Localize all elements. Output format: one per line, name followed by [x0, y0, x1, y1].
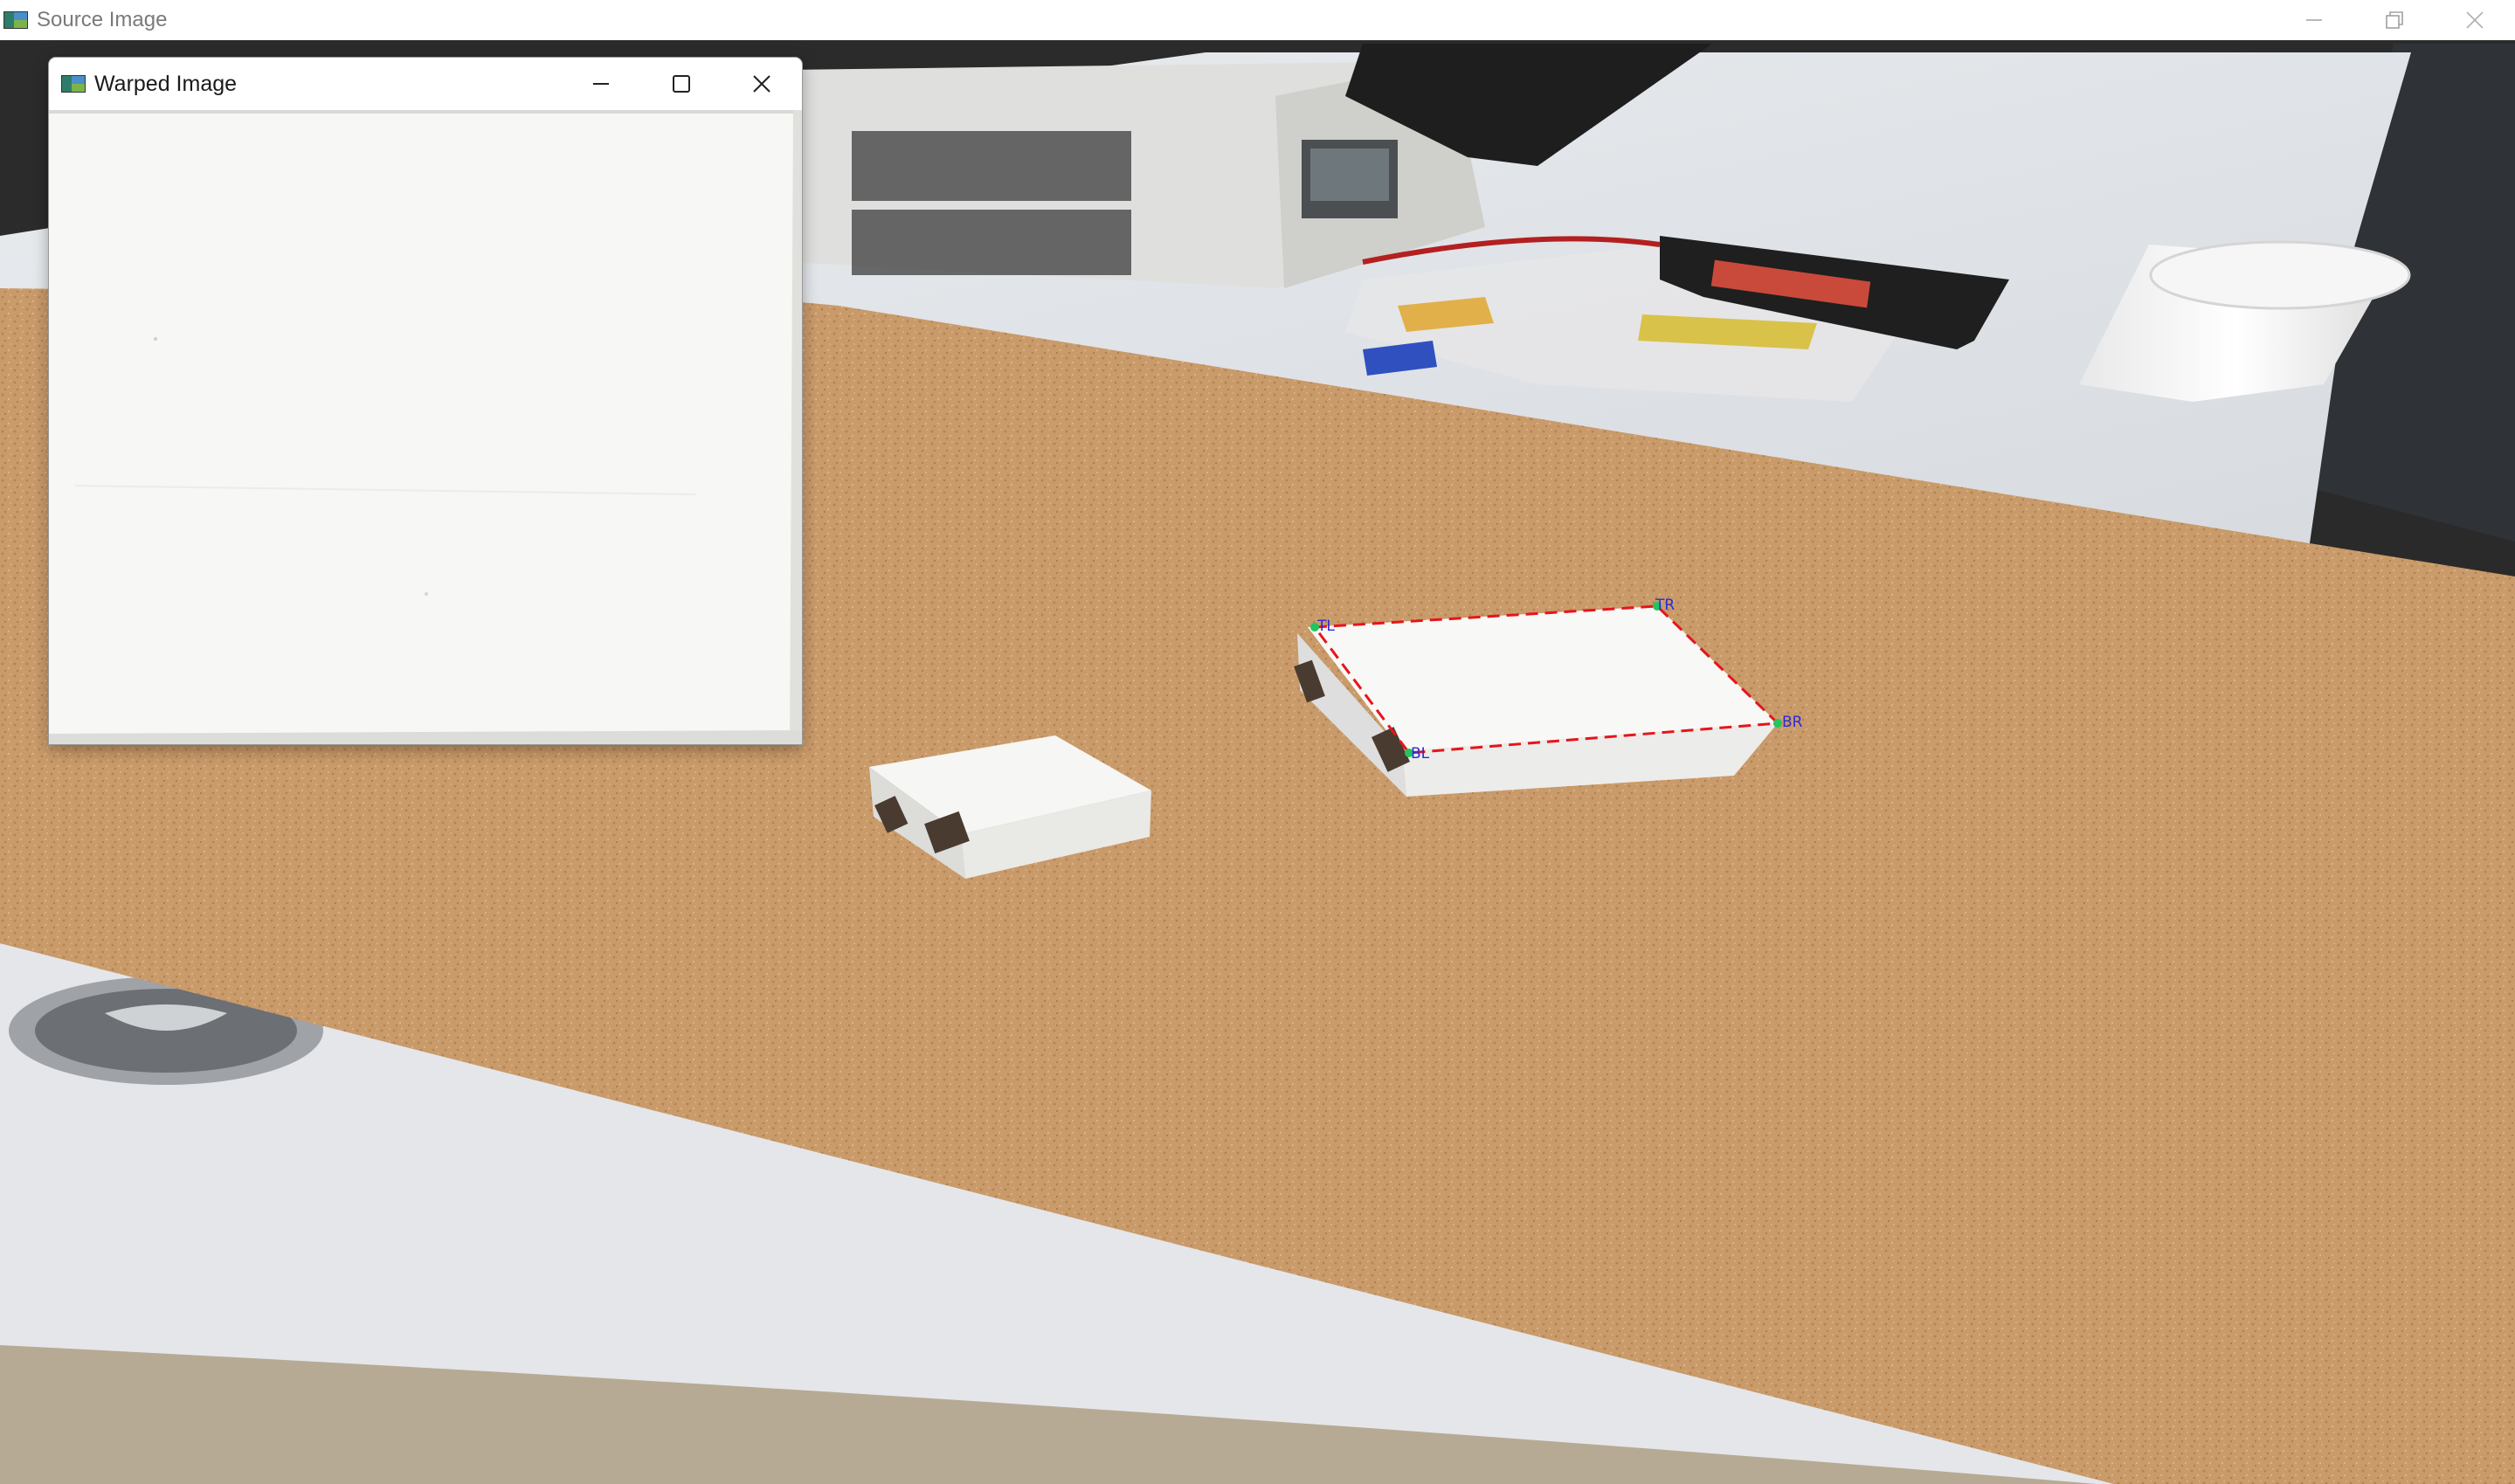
corner-label-bl: BL	[1411, 745, 1430, 763]
source-window-title: Source Image	[37, 8, 168, 31]
image-viewer-icon	[3, 10, 30, 31]
source-minimize-button[interactable]	[2274, 0, 2354, 40]
warped-box-surface	[49, 110, 802, 744]
warped-close-button[interactable]	[722, 58, 802, 110]
corner-point-br	[1773, 719, 1782, 728]
image-viewer-icon	[61, 73, 87, 94]
warped-speck	[154, 337, 157, 341]
corner-label-br: BR	[1782, 714, 1803, 731]
warped-minimize-button[interactable]	[561, 58, 641, 110]
source-restore-button[interactable]	[2354, 0, 2435, 40]
restore-icon	[2386, 11, 2403, 29]
corner-label-tl: TL	[1316, 618, 1335, 635]
corner-label-tr: TR	[1655, 597, 1675, 614]
warped-image-window[interactable]: Warped Image	[49, 58, 802, 744]
warped-window-title: Warped Image	[94, 71, 238, 96]
warped-window-titlebar[interactable]: Warped Image	[49, 58, 802, 110]
source-close-button[interactable]	[2435, 0, 2515, 40]
source-window-controls	[2274, 0, 2515, 40]
minimize-icon	[2306, 19, 2322, 21]
warped-image-canvas[interactable]	[49, 110, 802, 744]
minimize-icon	[593, 83, 609, 85]
maximize-icon	[673, 75, 690, 93]
warped-maximize-button[interactable]	[641, 58, 722, 110]
close-icon	[753, 75, 770, 93]
warped-window-controls	[561, 58, 802, 110]
source-window-titlebar[interactable]: Source Image	[0, 0, 2515, 40]
warped-speck	[425, 592, 428, 596]
warped-edge-shadow	[49, 110, 802, 114]
close-icon	[2466, 11, 2484, 29]
